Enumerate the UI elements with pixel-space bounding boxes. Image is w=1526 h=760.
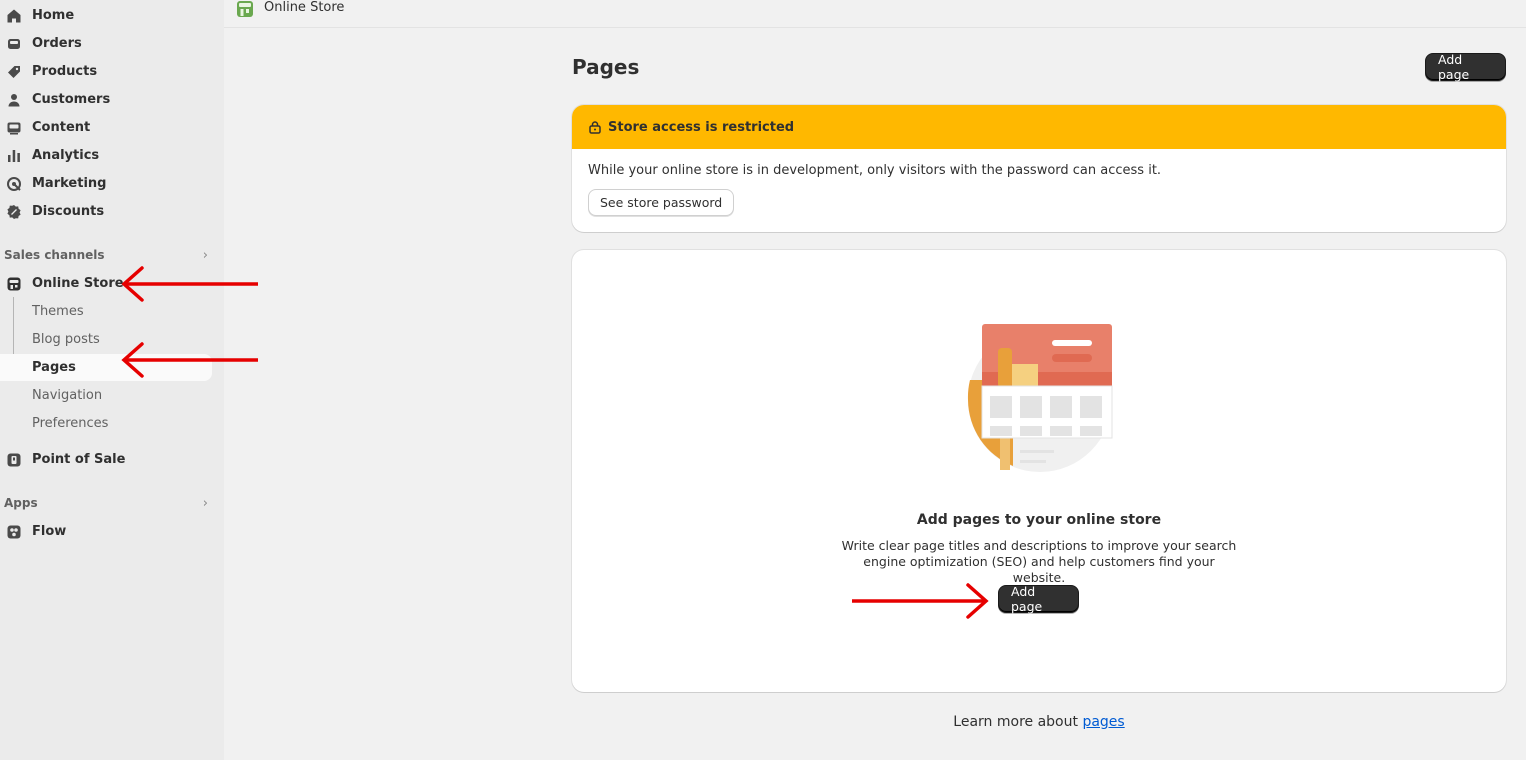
chevron-right-icon: ›	[202, 247, 208, 263]
sidebar-subitem-preferences[interactable]: Preferences	[0, 410, 212, 437]
sidebar-item-flow[interactable]: Flow	[0, 518, 212, 545]
banner-title: Store access is restricted	[608, 119, 795, 135]
home-icon	[6, 8, 22, 24]
sidebar-item-label: Orders	[32, 36, 82, 51]
banner-header: Store access is restricted	[572, 105, 1506, 149]
person-icon	[6, 92, 22, 108]
sidebar-subitem-navigation[interactable]: Navigation	[0, 382, 212, 409]
sidebar-item-label: Flow	[32, 524, 67, 539]
learn-more: Learn more about pages	[572, 714, 1506, 730]
sidebar-item-marketing[interactable]: Marketing	[0, 170, 212, 197]
sidebar-item-customers[interactable]: Customers	[0, 86, 212, 113]
sidebar-item-analytics[interactable]: Analytics	[0, 142, 212, 169]
see-store-password-button[interactable]: See store password	[588, 189, 735, 216]
apps-header[interactable]: Apps ›	[4, 493, 208, 513]
learn-more-text: Learn more about	[953, 714, 1083, 730]
sidebar-item-label: Online Store	[32, 276, 124, 291]
flow-icon	[6, 524, 22, 540]
sidebar-item-label: Marketing	[32, 176, 107, 191]
inbox-icon	[6, 36, 22, 52]
sidebar-item-label: Discounts	[32, 204, 105, 219]
empty-state-title: Add pages to your online store	[916, 512, 1162, 528]
sidebar-item-content[interactable]: Content	[0, 114, 212, 141]
add-page-button[interactable]: Add page	[1425, 52, 1506, 82]
tag-icon	[6, 64, 22, 80]
sidebar-item-label: Products	[32, 64, 98, 79]
target-icon	[6, 176, 22, 192]
pages-illustration	[967, 324, 1113, 472]
sidebar: Home Orders Products Customers Content A…	[0, 0, 224, 760]
online-store-icon	[236, 0, 254, 18]
sidebar-item-label: Customers	[32, 92, 111, 107]
sidebar-item-label: Point of Sale	[32, 452, 126, 467]
image-icon	[6, 120, 22, 136]
pos-icon	[6, 452, 22, 468]
sales-channels-label: Sales channels	[4, 248, 105, 262]
chevron-right-icon: ›	[202, 495, 208, 511]
sidebar-item-products[interactable]: Products	[0, 58, 212, 85]
bar-chart-icon	[6, 148, 22, 164]
annotation-arrow-add-page	[852, 583, 989, 619]
annotation-arrow-pages	[121, 342, 258, 378]
sidebar-item-discounts[interactable]: Discounts	[0, 198, 212, 225]
lock-icon	[589, 121, 601, 134]
apps-label: Apps	[4, 496, 38, 510]
empty-state-add-page-button[interactable]: Add page	[998, 584, 1079, 614]
sidebar-item-orders[interactable]: Orders	[0, 30, 212, 57]
breadcrumb-title: Online Store	[264, 0, 345, 15]
sidebar-item-home[interactable]: Home	[0, 2, 212, 29]
discount-icon	[6, 204, 22, 220]
pages-help-link[interactable]: pages	[1082, 714, 1124, 730]
banner-message: While your online store is in developmen…	[588, 163, 1162, 178]
top-bar: Online Store	[224, 0, 1526, 28]
sidebar-item-label: Analytics	[32, 148, 100, 163]
sidebar-item-label: Home	[32, 8, 75, 23]
sales-channels-header[interactable]: Sales channels ›	[4, 245, 208, 265]
empty-state-card: Add pages to your online store Write cle…	[572, 250, 1506, 692]
page-title: Pages	[572, 55, 640, 79]
sidebar-item-label: Content	[32, 120, 91, 135]
storefront-icon	[6, 276, 22, 292]
empty-state-description: Write clear page titles and descriptions…	[841, 538, 1237, 585]
store-restricted-banner: Store access is restricted While your on…	[572, 105, 1506, 232]
sidebar-item-point-of-sale[interactable]: Point of Sale	[0, 446, 212, 473]
banner-body: While your online store is in developmen…	[572, 149, 1506, 230]
annotation-arrow-online-store	[121, 266, 258, 302]
